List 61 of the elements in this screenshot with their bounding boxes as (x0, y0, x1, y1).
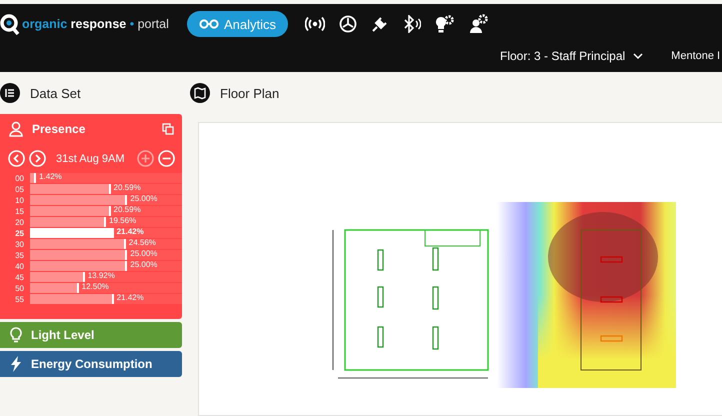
minute-label: 00 (14, 174, 25, 182)
minute-label: 25 (14, 228, 25, 238)
presence-bar[interactable] (30, 195, 128, 205)
logo-icon (0, 13, 20, 35)
lightning-icon (10, 356, 22, 372)
percent-label: 21.42% (116, 293, 144, 302)
percent-label: 25.00% (130, 249, 158, 258)
user-gear-icon[interactable] (469, 14, 490, 34)
minute-label: 10 (14, 196, 25, 204)
percent-label: 25.00% (130, 194, 158, 203)
minute-label: 15 (14, 206, 25, 216)
presence-bar[interactable] (30, 272, 85, 282)
bulb-icon (10, 327, 22, 343)
percent-label: 1.42% (39, 172, 62, 181)
percent-label: 24.56% (128, 238, 156, 247)
minute-label: 50 (14, 284, 25, 292)
minute-label: 05 (14, 184, 25, 194)
map-icon (190, 83, 210, 103)
presence-bar[interactable] (30, 261, 128, 271)
section-title: Floor Plan (220, 86, 280, 100)
presence-bar[interactable] (30, 239, 126, 249)
percent-label: 20.59% (114, 183, 141, 192)
presence-bar[interactable] (30, 294, 114, 304)
minute-label: 40 (14, 262, 25, 270)
minute-label: 45 (14, 272, 25, 282)
percent-label: 20.59% (114, 205, 141, 214)
date-label: 31st Aug 9AM (56, 152, 124, 164)
chevron-down-icon (633, 52, 644, 60)
presence-bar[interactable] (30, 173, 36, 183)
presence-bar[interactable] (30, 184, 111, 194)
percent-label: 13.92% (88, 271, 115, 280)
presence-bar[interactable] (30, 283, 79, 293)
percent-label: 21.42% (116, 227, 144, 236)
bluetooth-icon[interactable] (403, 15, 422, 33)
presence-bar[interactable] (30, 217, 106, 227)
minute-label: 30 (14, 240, 25, 248)
previous-button[interactable] (8, 150, 25, 167)
section-title: Data Set (30, 86, 81, 100)
person-icon (8, 121, 24, 137)
minute-label: 20 (14, 218, 25, 226)
panel-title: Presence (32, 122, 86, 136)
minute-label: 35 (14, 250, 25, 260)
percent-label: 19.56% (109, 216, 136, 225)
percent-label: 12.50% (82, 282, 109, 291)
presence-bar[interactable] (30, 250, 128, 260)
zoom-out-button[interactable] (158, 150, 174, 167)
next-button[interactable] (29, 150, 46, 167)
percent-label: 25.00% (130, 260, 158, 269)
site-selector[interactable]: Mentone I (671, 50, 720, 62)
bulb-gear-icon[interactable] (435, 14, 456, 34)
minute-label: 55 (14, 294, 25, 304)
signal-icon[interactable] (305, 16, 326, 32)
section-tab[interactable]: Energy Consumption (0, 351, 182, 377)
zoom-in-button[interactable] (136, 150, 154, 167)
section-tab[interactable]: Light Level (0, 322, 182, 348)
presence-bar[interactable] (30, 206, 111, 216)
list-icon (0, 83, 20, 103)
floor-selector[interactable]: Floor: 3 - Staff Principal (500, 49, 644, 63)
glasses-icon (199, 19, 219, 29)
copy-icon[interactable] (162, 123, 174, 135)
logo-text: organic response • portal (22, 17, 169, 31)
